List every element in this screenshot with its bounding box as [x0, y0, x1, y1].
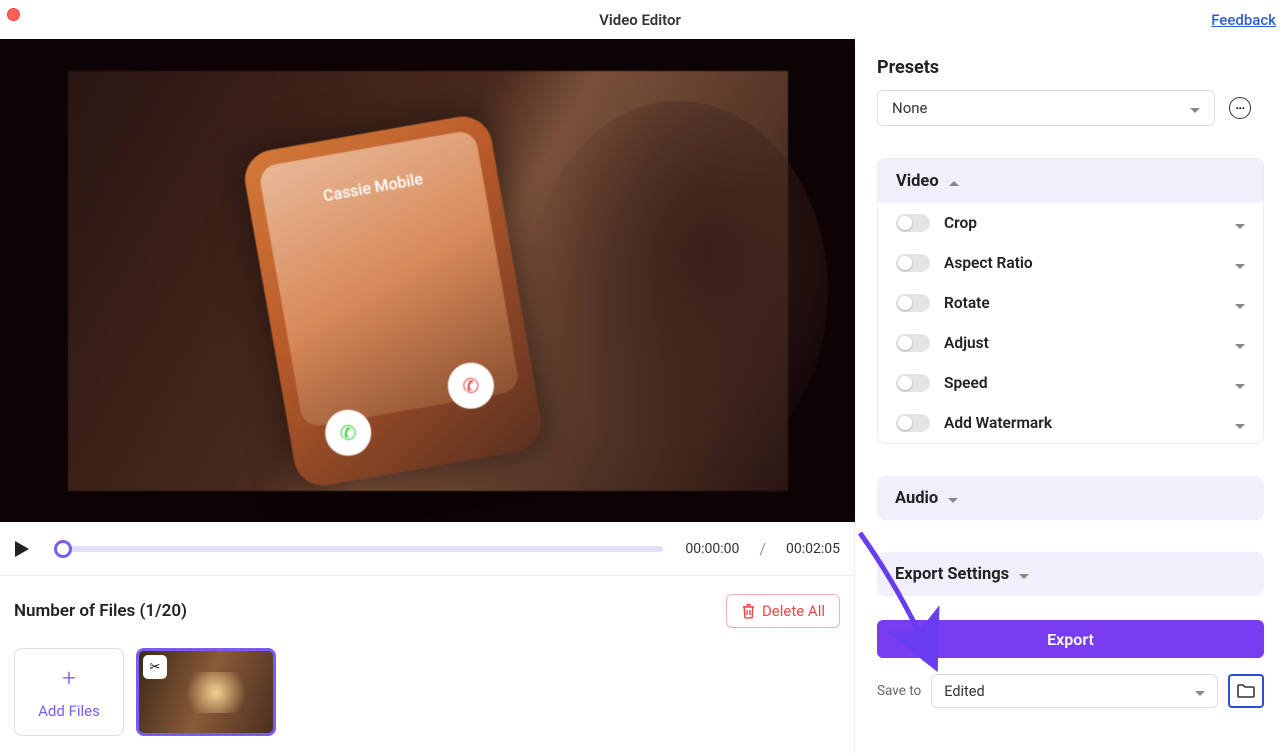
chevron-down-icon [1235, 414, 1245, 433]
preset-select[interactable]: None [877, 90, 1215, 126]
time-current: 00:00:00 [685, 541, 739, 557]
feedback-link[interactable]: Feedback [1211, 11, 1276, 29]
right-panel: Presets None ··· Video Crop [855, 39, 1280, 753]
playback-controls: 00:00:00 / 00:02:05 [0, 522, 854, 576]
audio-section: Audio [877, 476, 1264, 520]
time-separator: / [759, 539, 766, 558]
export-button[interactable]: Export [877, 620, 1264, 658]
trash-icon [741, 603, 756, 619]
audio-section-title: Audio [895, 489, 938, 508]
window-close-button[interactable] [7, 8, 20, 21]
chevron-down-icon [1235, 334, 1245, 353]
file-thumbnail[interactable]: ✂ [136, 648, 276, 736]
play-button[interactable] [14, 539, 34, 559]
video-section-header[interactable]: Video [878, 159, 1263, 203]
preset-value: None [892, 99, 928, 117]
add-files-button[interactable]: + Add Files [14, 648, 124, 736]
export-settings-header[interactable]: Export Settings [877, 552, 1264, 596]
play-icon [14, 540, 30, 558]
video-section: Video Crop Aspect Ratio Rotate [877, 158, 1264, 444]
audio-section-header[interactable]: Audio [877, 476, 1264, 520]
save-to-value: Edited [944, 683, 984, 700]
export-settings-section: Export Settings [877, 552, 1264, 596]
option-rotate[interactable]: Rotate [878, 283, 1263, 323]
speed-label: Speed [944, 374, 1221, 392]
add-files-label: Add Files [38, 702, 100, 720]
option-speed[interactable]: Speed [878, 363, 1263, 403]
titlebar: Video Editor Feedback [0, 0, 1280, 39]
folder-icon [1236, 683, 1256, 699]
preset-more-button[interactable]: ··· [1229, 97, 1251, 119]
main-layout: Cassie Mobile ✆ ✆ 00:00:00 / 00:02:05 Nu… [0, 39, 1280, 753]
speed-toggle[interactable] [896, 374, 930, 392]
timeline-slider[interactable] [56, 546, 663, 552]
option-crop[interactable]: Crop [878, 203, 1263, 243]
file-area: Number of Files (1/20) Delete All + Add … [0, 576, 854, 753]
video-preview[interactable]: Cassie Mobile ✆ ✆ [0, 39, 855, 522]
hand-silhouette [528, 101, 828, 481]
browse-folder-button[interactable] [1228, 674, 1264, 708]
phone-prop: Cassie Mobile ✆ ✆ [240, 111, 545, 489]
aspect-ratio-toggle[interactable] [896, 254, 930, 272]
crop-toggle[interactable] [896, 214, 930, 232]
chevron-down-icon [1190, 99, 1200, 117]
time-duration: 00:02:05 [786, 541, 840, 557]
left-pane: Cassie Mobile ✆ ✆ 00:00:00 / 00:02:05 Nu… [0, 39, 855, 753]
app-title: Video Editor [599, 11, 681, 29]
option-adjust[interactable]: Adjust [878, 323, 1263, 363]
aspect-ratio-label: Aspect Ratio [944, 254, 1221, 272]
chevron-down-icon [948, 489, 958, 508]
delete-all-button[interactable]: Delete All [726, 594, 840, 628]
rotate-label: Rotate [944, 294, 1221, 312]
scissors-icon: ✂ [143, 655, 167, 679]
crop-label: Crop [944, 214, 1221, 232]
export-settings-title: Export Settings [895, 565, 1009, 584]
presets-title: Presets [877, 57, 1264, 78]
delete-all-label: Delete All [762, 602, 825, 620]
adjust-toggle[interactable] [896, 334, 930, 352]
option-watermark[interactable]: Add Watermark [878, 403, 1263, 443]
chevron-down-icon [1019, 565, 1029, 584]
chevron-down-icon [1235, 214, 1245, 233]
watermark-label: Add Watermark [944, 414, 1221, 432]
chevron-down-icon [1235, 294, 1245, 313]
watermark-toggle[interactable] [896, 414, 930, 432]
chevron-down-icon [1235, 374, 1245, 393]
plus-icon: + [62, 664, 76, 692]
save-to-select[interactable]: Edited [931, 674, 1218, 708]
video-section-title: Video [896, 172, 939, 191]
save-to-label: Save to [877, 683, 921, 699]
chevron-down-icon [1195, 683, 1205, 700]
rotate-toggle[interactable] [896, 294, 930, 312]
slider-thumb[interactable] [54, 540, 72, 558]
video-frame: Cassie Mobile ✆ ✆ [68, 71, 788, 491]
file-count-label: Number of Files (1/20) [14, 601, 187, 621]
chevron-down-icon [1235, 254, 1245, 273]
caller-name: Cassie Mobile [262, 158, 482, 215]
option-aspect-ratio[interactable]: Aspect Ratio [878, 243, 1263, 283]
adjust-label: Adjust [944, 334, 1221, 352]
chevron-up-icon [949, 172, 959, 191]
